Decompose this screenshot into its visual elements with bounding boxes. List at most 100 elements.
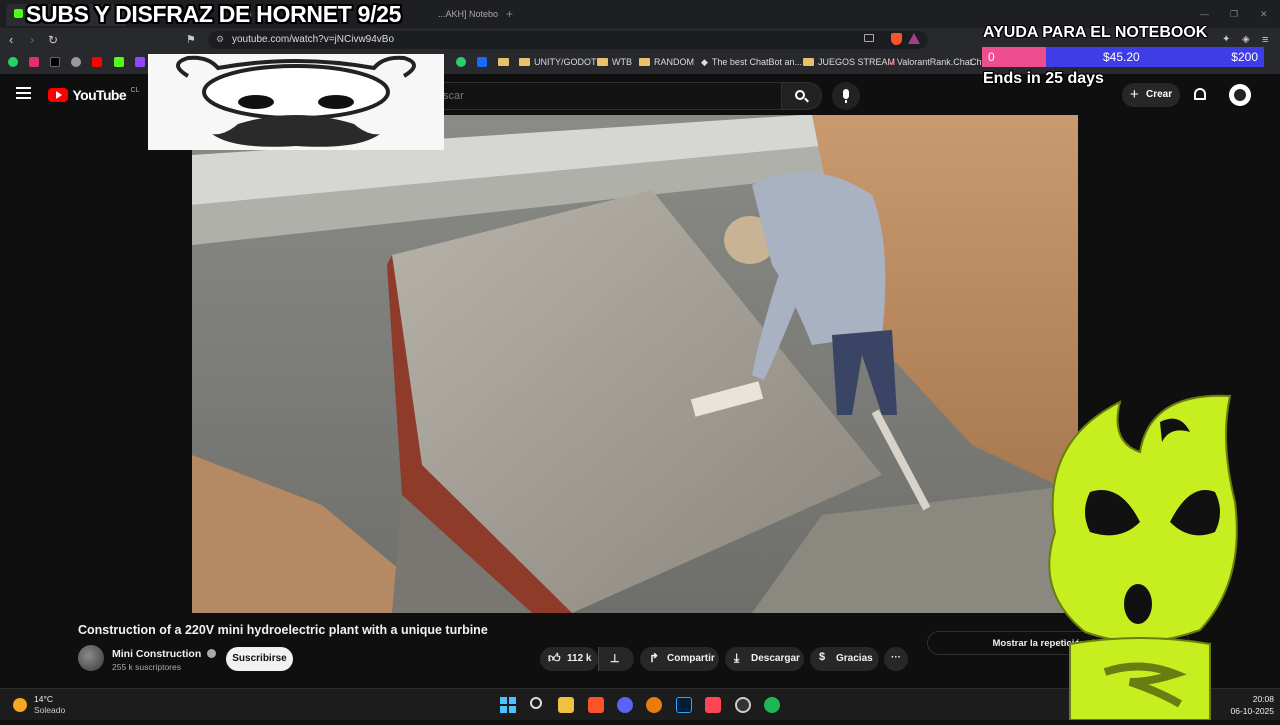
instagram-icon[interactable] <box>29 57 42 68</box>
brave-rewards-icon[interactable] <box>908 33 920 44</box>
blender-icon[interactable] <box>646 697 662 713</box>
browser-tab[interactable]: ...AKH] Notebo <box>430 4 500 26</box>
bookmark-label: RANDOM <box>654 57 694 67</box>
folder-icon[interactable] <box>498 57 513 67</box>
reload-icon[interactable]: ↻ <box>48 33 58 47</box>
weather-widget[interactable]: 14°C Soleado <box>0 689 80 721</box>
bookmark-ch[interactable]: Ch <box>970 57 982 67</box>
like-count: 112 k <box>567 653 592 664</box>
thanks-label: Gracias <box>836 653 873 664</box>
bookmark-label: JUEGOS STREAM <box>818 57 896 67</box>
brave-browser-icon[interactable] <box>588 697 604 713</box>
weather-description: Soleado <box>34 705 66 715</box>
donation-goal-title: AYUDA PARA EL NOTEBOOK <box>983 24 1208 41</box>
clock-time[interactable]: 20:08 <box>1253 694 1274 704</box>
twitch-icon[interactable] <box>135 57 148 68</box>
back-icon[interactable]: ‹ <box>9 33 13 47</box>
account-avatar[interactable] <box>1229 84 1251 106</box>
forward-icon[interactable]: › <box>30 33 34 47</box>
thanks-icon: $ <box>819 651 826 663</box>
channel-name[interactable]: Mini Construction <box>112 648 217 660</box>
create-label: Crear <box>1146 89 1173 100</box>
video-player[interactable] <box>192 115 1078 613</box>
whatsapp-icon[interactable] <box>8 57 21 68</box>
bookmark-folder-wtb[interactable]: WTB <box>597 57 632 67</box>
weather-temperature: 14°C <box>34 694 53 704</box>
bookmark-valorantrank[interactable]: ʋ ValorantRank.Chat <box>889 57 972 67</box>
more-actions-button[interactable]: ··· <box>884 647 908 671</box>
download-label: Descargar <box>751 653 800 664</box>
site-info-icon[interactable]: ⚙ <box>216 34 224 45</box>
microphone-icon <box>843 89 849 99</box>
thanks-button[interactable]: $ Gracias <box>810 647 879 671</box>
discord-icon[interactable] <box>617 697 633 713</box>
bookmark-icon[interactable]: ⚑ <box>186 33 196 47</box>
share-button[interactable]: ↱ Compartir <box>640 647 719 671</box>
like-button[interactable]: 👍︎ 112 k <box>540 647 598 671</box>
donation-goal-bar: 0 $45.20 $200 <box>982 47 1264 67</box>
bookmark-label: UNITY/GODOT <box>534 57 597 67</box>
bookmark-label: The best ChatBot an... <box>711 57 802 67</box>
new-tab-button[interactable]: + <box>498 2 521 24</box>
valorant-icon[interactable] <box>705 697 721 713</box>
search-placeholder: scar <box>443 90 464 102</box>
youtube-logo-text: YouTube <box>72 87 127 103</box>
brave-vpn-icon[interactable]: ◈ <box>1242 33 1250 47</box>
create-button[interactable]: + Crear <box>1122 83 1180 107</box>
folder-icon <box>597 58 608 66</box>
url-field[interactable]: ⚙ youtube.com/watch?v=jNCivw94vBo <box>208 31 928 49</box>
green-bookmark-icon[interactable] <box>456 57 469 68</box>
youtube-play-icon <box>48 88 68 102</box>
bookmark-label: WTB <box>612 57 632 67</box>
goal-current-label: $45.20 <box>1103 50 1140 64</box>
hamburger-menu-icon[interactable] <box>16 87 31 99</box>
bookmark-folder-unity-godot[interactable]: UNITY/GODOT <box>519 57 597 67</box>
search-icon[interactable] <box>530 697 542 709</box>
youtube-bookmark-icon[interactable] <box>92 57 105 68</box>
x-icon[interactable] <box>50 57 63 68</box>
close-window-button[interactable]: ✕ <box>1252 4 1276 26</box>
hornet-mask-icon <box>176 55 416 147</box>
obs-icon[interactable] <box>735 697 751 713</box>
tab-label: ...AKH] Notebo <box>438 9 499 19</box>
behance-icon[interactable] <box>477 57 490 68</box>
brave-shield-icon[interactable] <box>891 33 902 45</box>
chatbot-icon: ◆ <box>701 57 708 67</box>
dislike-button[interactable]: ⊥ <box>598 647 634 671</box>
search-button[interactable] <box>782 82 822 110</box>
menu-icon[interactable]: ≡ <box>1262 33 1268 47</box>
video-title: Construction of a 220V mini hydroelectri… <box>78 623 488 637</box>
maximize-button[interactable]: ❐ <box>1222 4 1246 26</box>
extensions-icon[interactable]: ✦ <box>1222 33 1230 47</box>
more-icon: ··· <box>891 652 901 663</box>
windows-start-icon[interactable] <box>500 697 516 713</box>
search-input[interactable]: scar <box>432 82 782 110</box>
angry-flame-mascot-icon <box>1048 394 1238 721</box>
apple-icon[interactable] <box>71 57 84 68</box>
bookmark-folder-juegos-stream[interactable]: JUEGOS STREAM <box>803 57 895 67</box>
file-explorer-icon[interactable] <box>558 697 574 713</box>
channel-avatar[interactable] <box>78 645 104 671</box>
cast-icon[interactable] <box>864 34 874 42</box>
verified-icon <box>207 649 217 658</box>
photoshop-icon[interactable] <box>676 697 692 713</box>
voice-search-button[interactable] <box>832 82 860 110</box>
goal-target-label: $200 <box>1231 50 1258 64</box>
bookmark-label: Ch <box>970 57 982 67</box>
donation-goal-ends: Ends in 25 days <box>983 70 1104 87</box>
spotify-icon[interactable] <box>764 697 780 713</box>
folder-icon <box>803 58 814 66</box>
subscribe-button[interactable]: Suscribirse <box>226 647 293 671</box>
notifications-bell-icon[interactable] <box>1194 88 1206 100</box>
share-label: Compartir <box>667 653 715 664</box>
download-button[interactable]: ⤓ Descargar <box>725 647 804 671</box>
url-text: youtube.com/watch?v=jNCivw94vBo <box>232 34 395 45</box>
youtube-logo[interactable]: YouTube CL <box>48 87 139 105</box>
kick-bookmark-icon[interactable] <box>114 57 127 68</box>
minimize-button[interactable]: — <box>1192 4 1217 26</box>
bookmark-folder-random[interactable]: RANDOM <box>639 57 694 67</box>
hornet-mask-overlay <box>148 54 444 150</box>
bookmark-chatbot[interactable]: ◆ The best ChatBot an... <box>701 57 802 68</box>
thumbs-down-icon: ⊥ <box>610 653 620 665</box>
goal-start-label: 0 <box>988 50 995 64</box>
